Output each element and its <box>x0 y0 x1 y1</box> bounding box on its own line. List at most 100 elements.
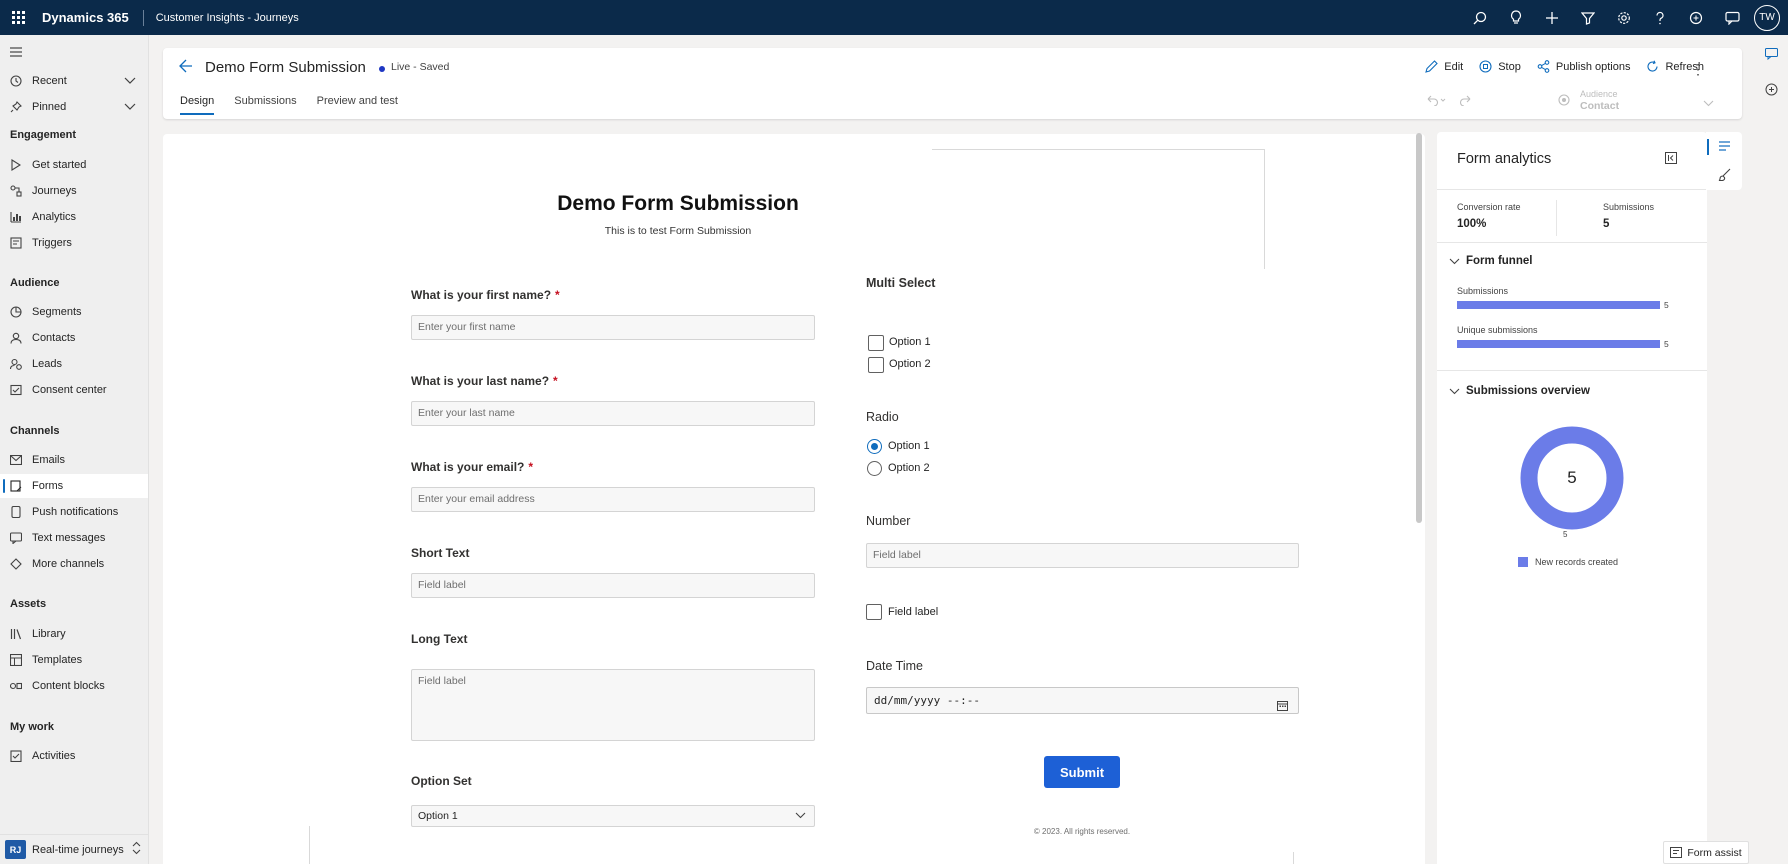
copilot-pane-icon[interactable] <box>1765 83 1778 99</box>
user-avatar[interactable]: TW <box>1754 4 1780 31</box>
brush-icon[interactable] <box>1718 168 1731 184</box>
option-set-label[interactable]: Option Set <box>411 774 472 788</box>
nav-item-emails[interactable]: Emails <box>0 448 148 472</box>
last-name-label[interactable]: What is your last name? * <box>411 374 558 388</box>
brand-name[interactable]: Dynamics 365 <box>42 9 144 26</box>
settings-icon[interactable] <box>1606 0 1642 35</box>
nav-item-forms[interactable]: Forms <box>0 474 148 498</box>
nav-item-library[interactable]: Library <box>0 622 148 646</box>
area-switcher[interactable]: RJ Real-time journeys <box>0 834 148 864</box>
date-time-label[interactable]: Date Time <box>866 659 923 673</box>
date-time-input[interactable]: dd/mm/yyyy --:-- <box>866 687 1299 714</box>
properties-icon[interactable] <box>1718 140 1731 155</box>
command-bar: Edit Stop Publish options Refresh <box>1409 60 1704 73</box>
form-subtitle[interactable]: This is to test Form Submission <box>493 225 863 237</box>
radio-label[interactable]: Radio <box>866 410 899 424</box>
redo-icon[interactable] <box>1459 94 1472 109</box>
number-input[interactable]: Field label <box>866 543 1299 568</box>
first-name-label[interactable]: What is your first name? * <box>411 288 560 302</box>
nav-item-push-notifications[interactable]: Push notifications <box>0 500 148 524</box>
nav-item-label: Consent center <box>32 384 107 396</box>
multi-select-label[interactable]: Multi Select <box>866 276 935 290</box>
number-label[interactable]: Number <box>866 514 910 528</box>
nav-item-consent-center[interactable]: Consent center <box>0 378 148 402</box>
undo-icon[interactable] <box>1426 94 1446 109</box>
content-blocks-icon <box>9 679 23 693</box>
collapse-panel-icon[interactable] <box>1665 152 1677 167</box>
form-funnel-title: Form funnel <box>1466 255 1533 267</box>
form-title[interactable]: Demo Form Submission <box>493 192 863 216</box>
submit-button[interactable]: Submit <box>1044 756 1120 788</box>
more-options-icon[interactable]: ⋮ <box>1691 61 1706 78</box>
long-text-input[interactable]: Field label <box>411 669 815 741</box>
chevron-down-icon[interactable] <box>124 101 136 113</box>
nav-section-engagement: Engagement <box>10 129 77 141</box>
publish-options-button[interactable]: Publish options <box>1537 60 1630 73</box>
short-text-label[interactable]: Short Text <box>411 546 469 560</box>
funnel-bar-submissions <box>1457 301 1660 309</box>
nav-item-analytics[interactable]: Analytics <box>0 205 148 229</box>
help-icon[interactable] <box>1642 0 1678 35</box>
chat-pane-icon[interactable] <box>1765 48 1778 63</box>
nav-item-journeys[interactable]: Journeys <box>0 179 148 203</box>
nav-item-leads[interactable]: Leads <box>0 352 148 376</box>
nav-item-get-started[interactable]: Get started <box>0 153 148 177</box>
long-text-label[interactable]: Long Text <box>411 632 467 646</box>
app-name[interactable]: Customer Insights - Journeys <box>156 12 299 24</box>
tab-submissions[interactable]: Submissions <box>234 95 296 115</box>
nav-item-label: Activities <box>32 750 76 762</box>
copilot-icon[interactable] <box>1678 0 1714 35</box>
email-input[interactable]: Enter your email address <box>411 487 815 512</box>
calendar-icon[interactable] <box>1277 695 1288 720</box>
filter-icon[interactable] <box>1570 0 1606 35</box>
field-checkbox[interactable] <box>866 604 882 620</box>
nav-item-templates[interactable]: Templates <box>0 648 148 672</box>
form-assist-label: Form assist <box>1687 846 1742 859</box>
legend-label: New records created <box>1535 557 1619 567</box>
audience-selector[interactable]: Audience Contact <box>1554 89 1714 112</box>
funnel-bar-value: 5 <box>1664 300 1669 310</box>
multi-select-checkbox-1[interactable] <box>868 335 884 351</box>
radio-option-2[interactable] <box>867 461 882 476</box>
nav-item-more-channels[interactable]: More channels <box>0 552 148 576</box>
option-set-select[interactable]: Option 1 <box>411 805 815 827</box>
nav-recent[interactable]: Recent <box>0 69 148 93</box>
edit-button[interactable]: Edit <box>1425 60 1463 73</box>
nav-item-content-blocks[interactable]: Content blocks <box>0 674 148 698</box>
search-icon[interactable] <box>1462 0 1498 35</box>
form-funnel-header[interactable]: Form funnel <box>1449 255 1532 267</box>
radio-option-1[interactable] <box>867 439 882 454</box>
submissions-overview-header[interactable]: Submissions overview <box>1449 385 1590 397</box>
tab-preview-and-test[interactable]: Preview and test <box>317 95 398 115</box>
nav-item-label: Contacts <box>32 332 76 344</box>
chevron-down-icon <box>1703 96 1714 110</box>
form-assist-button[interactable]: Form assist <box>1663 841 1749 864</box>
plus-icon[interactable] <box>1534 0 1570 35</box>
chat-icon[interactable] <box>1714 0 1750 35</box>
last-name-input[interactable]: Enter your last name <box>411 401 815 426</box>
stop-button[interactable]: Stop <box>1479 60 1521 73</box>
tab-design[interactable]: Design <box>180 95 215 115</box>
nav-item-segments[interactable]: Segments <box>0 300 148 324</box>
hamburger-menu[interactable] <box>0 40 148 64</box>
form-analytics-panel: Form analytics Conversion rate 100% Subm… <box>1437 132 1707 864</box>
funnel-bar-label: Submissions <box>1457 286 1509 296</box>
nav-item-activities[interactable]: Activities <box>0 744 148 768</box>
chevron-down-icon[interactable] <box>124 75 136 87</box>
canvas-scrollbar[interactable] <box>1416 133 1422 523</box>
short-text-input[interactable]: Field label <box>411 573 815 598</box>
chevron-down-icon <box>795 806 806 826</box>
nav-item-contacts[interactable]: Contacts <box>0 326 148 350</box>
lightbulb-icon[interactable] <box>1498 0 1534 35</box>
nav-item-label: Segments <box>32 306 82 318</box>
multi-select-checkbox-2[interactable] <box>868 357 884 373</box>
journey-icon <box>9 184 23 198</box>
first-name-input[interactable]: Enter your first name <box>411 315 815 340</box>
app-launcher-icon[interactable] <box>0 0 36 35</box>
nav-pinned[interactable]: Pinned <box>0 95 148 119</box>
nav-item-triggers[interactable]: Triggers <box>0 231 148 255</box>
nav-item-text-messages[interactable]: Text messages <box>0 526 148 550</box>
back-arrow-icon[interactable] <box>179 59 193 76</box>
email-label[interactable]: What is your email? * <box>411 460 533 474</box>
nav-item-label: Content blocks <box>32 680 105 692</box>
